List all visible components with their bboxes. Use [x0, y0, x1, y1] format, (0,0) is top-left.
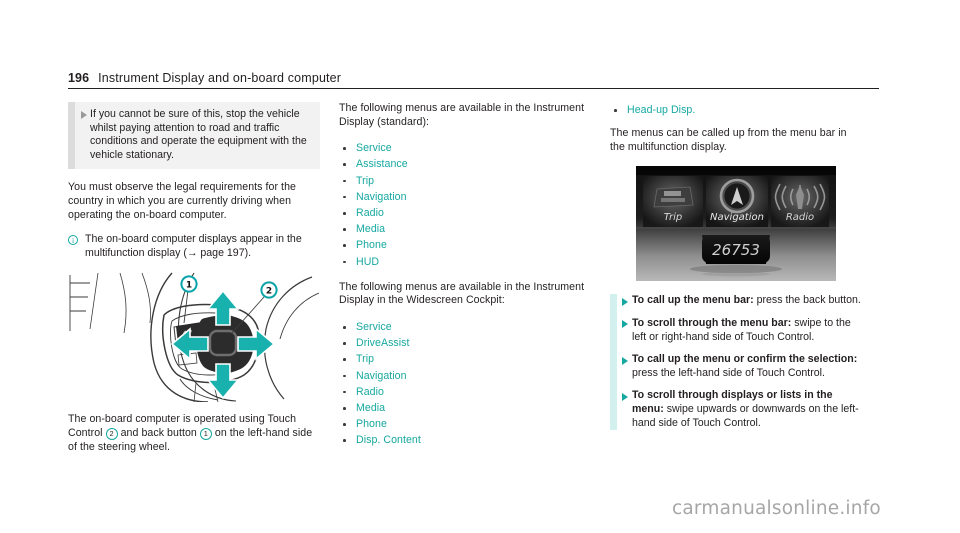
list-item[interactable]: Navigation: [339, 368, 591, 384]
step-title: To call up the menu or confirm the selec…: [632, 353, 858, 366]
touch-control-instruction-steps: To call up the menu bar: press the back …: [610, 294, 862, 431]
menu-bar-paragraph: The menus can be called up from the menu…: [610, 127, 847, 153]
display-menu-item-navigation: Navigation: [710, 212, 764, 223]
list-item[interactable]: Navigation: [339, 189, 591, 205]
inline-callout-2: 2: [105, 427, 118, 440]
list-item[interactable]: Phone: [339, 416, 591, 432]
content-columns: If you cannot be sure of this, stop the …: [68, 102, 879, 482]
list-item[interactable]: Service: [339, 319, 591, 335]
intro-standard-menus: The following menus are available in the…: [339, 102, 585, 128]
list-item[interactable]: Trip: [339, 351, 591, 367]
widescreen-menu-list-continued: Head-up Disp.: [610, 102, 862, 118]
info-note: i The on-board computer displays appear …: [68, 233, 320, 260]
inline-callout-1: 1: [199, 427, 212, 440]
display-odometer-value: 26753: [712, 241, 760, 259]
triangle-right-icon: [622, 297, 628, 306]
list-item[interactable]: Phone: [339, 237, 591, 253]
triangle-right-icon: [622, 320, 628, 329]
display-menu-item-radio: Radio: [786, 212, 814, 223]
list-item[interactable]: Head-up Disp.: [610, 102, 862, 118]
operation-text-mid: and back button: [117, 426, 200, 439]
warning-box-left-bar: [68, 102, 75, 170]
step-title: To scroll through the menu bar:: [632, 316, 792, 329]
standard-menu-list: Service Assistance Trip Navigation Radio…: [339, 140, 591, 270]
list-item[interactable]: Service: [339, 140, 591, 156]
list-item[interactable]: HUD: [339, 254, 591, 270]
list-item[interactable]: Trip: [339, 173, 591, 189]
display-menu-item-trip: Trip: [664, 212, 683, 223]
instrument-display-menu-bar-photo: Trip Navigation Radio 26753: [610, 165, 862, 283]
list-item[interactable]: Media: [339, 221, 591, 237]
step-scroll-menu-bar: To scroll through the menu bar: swipe to…: [610, 317, 862, 344]
inline-callout-2-label: 2: [109, 428, 114, 438]
triangle-right-icon: [622, 356, 628, 365]
legal-requirements-paragraph: You must observe the legal requirements …: [68, 181, 296, 221]
step-call-up-menu-confirm: To call up the menu or confirm the selec…: [610, 353, 862, 380]
step-title: To call up the menu bar:: [632, 294, 754, 307]
site-watermark: carmanualsonline.info: [672, 498, 881, 519]
widescreen-menu-list: Service DriveAssist Trip Navigation Radi…: [339, 319, 591, 449]
intro-widescreen-menus: The following menus are available in the…: [339, 280, 585, 307]
info-circle-icon: i: [68, 234, 78, 245]
column-2: The following menus are available in the…: [339, 102, 591, 460]
info-note-text: The on-board computer displays appear in…: [85, 233, 302, 259]
chapter-title: Instrument Display and on-board computer: [98, 71, 342, 85]
page-number: 196: [68, 71, 90, 85]
triangle-right-icon: [622, 392, 628, 401]
step-scroll-displays-lists: To scroll through displays or lists in t…: [610, 389, 862, 430]
list-item[interactable]: Assistance: [339, 156, 591, 172]
column-3: Head-up Disp. The menus can be called up…: [610, 102, 862, 431]
warning-callout-box: If you cannot be sure of this, stop the …: [68, 102, 320, 170]
figure-callout-2-label: 2: [266, 287, 272, 297]
triangle-right-icon: [81, 111, 87, 119]
figure-callout-1-label: 1: [186, 281, 192, 291]
list-item[interactable]: Radio: [339, 384, 591, 400]
step-text: swipe upwards or downwards on the left-h…: [632, 402, 859, 429]
list-item[interactable]: Radio: [339, 205, 591, 221]
column-1: If you cannot be sure of this, stop the …: [68, 102, 320, 465]
header-rule-divider: [68, 88, 879, 89]
steering-wheel-touch-control-illustration: 1 2: [68, 271, 320, 403]
touch-control-operation-paragraph: The on-board computer is operated using …: [68, 413, 320, 454]
warning-box-text: If you cannot be sure of this, stop the …: [90, 108, 307, 161]
list-item[interactable]: Disp. Content: [339, 432, 591, 448]
step-call-up-menu-bar: To call up the menu bar: press the back …: [610, 294, 862, 308]
step-text: press the left-hand side of Touch Contro…: [632, 366, 825, 379]
list-item[interactable]: DriveAssist: [339, 335, 591, 351]
step-text: press the back button.: [753, 294, 861, 307]
inline-callout-1-label: 1: [203, 428, 208, 438]
list-item[interactable]: Media: [339, 400, 591, 416]
